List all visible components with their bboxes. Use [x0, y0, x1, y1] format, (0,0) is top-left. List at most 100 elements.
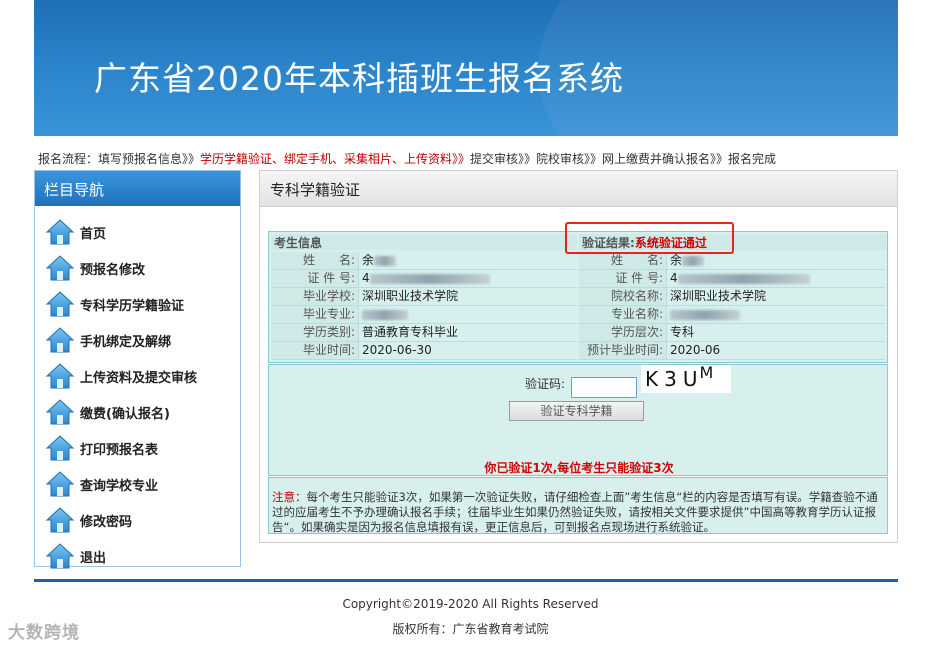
- info-row-key: 证 件 号:: [579, 270, 667, 287]
- captcha-input[interactable]: [571, 377, 637, 398]
- sidebar-item[interactable]: 查询学校专业: [46, 469, 158, 499]
- verify-result-rows: 姓 名: 余证 件 号: 4 院校名称: 深圳职业技术学院 专业名称: 学历层次: 专科 预计毕…: [579, 252, 885, 360]
- info-row-value: 4: [667, 270, 885, 287]
- redacted-value: [677, 273, 810, 284]
- info-row-value-text: 深圳职业技术学院: [670, 289, 767, 303]
- sidebar-item[interactable]: 缴费(确认报名): [46, 397, 170, 427]
- footer-copyright: Copyright©2019-2020 All Rights Reserved: [342, 597, 599, 611]
- process-flow: 报名流程：填写预报名信息》》学历学籍验证、绑定手机、采集相片、上传资料》》提交审…: [38, 150, 898, 167]
- home-icon: [46, 218, 80, 246]
- info-row-value: 深圳职业技术学院: [667, 288, 885, 305]
- sidebar-title: 栏目导航: [35, 171, 240, 206]
- redacted-value: [670, 309, 740, 320]
- sidebar-item[interactable]: 退出: [46, 541, 106, 571]
- flow-prefix: 报名流程：填写预报名信息》》: [38, 152, 201, 166]
- info-row-value-text: 普通教育专科毕业: [362, 325, 459, 339]
- info-row: 姓 名: 余: [579, 252, 885, 270]
- sidebar-item-label: 手机绑定及解绑: [80, 334, 172, 350]
- home-icon: [46, 542, 80, 570]
- sidebar-item[interactable]: 打印预报名表: [46, 433, 158, 463]
- panel-title: 专科学籍验证: [260, 171, 897, 207]
- captcha-image-text: K3U: [645, 367, 704, 391]
- info-row-value-text: 4: [670, 271, 678, 285]
- info-row-value: 余: [359, 252, 577, 269]
- student-info-rows: 姓 名: 余证 件 号: 4 毕业学校: 深圳职业技术学院 毕业专业: 学历类别: 普通教育专…: [271, 252, 577, 360]
- info-row-value-text: 余: [362, 253, 375, 267]
- info-row-key: 证 件 号:: [271, 270, 359, 287]
- info-row: 证 件 号: 4: [271, 270, 577, 288]
- home-icon: [46, 254, 80, 282]
- info-row-value-text: 深圳职业技术学院: [362, 289, 459, 303]
- captcha-image[interactable]: K3UM: [641, 363, 731, 393]
- info-row-value: 深圳职业技术学院: [359, 288, 577, 305]
- info-row: 毕业时间: 2020-06-30: [271, 342, 577, 360]
- site-title: 广东省2020年本科插班生报名系统: [94, 59, 624, 98]
- info-row: 学历类别: 普通教育专科毕业: [271, 324, 577, 342]
- highlight-box: [565, 222, 734, 254]
- watermark: 大数跨境: [8, 623, 80, 643]
- info-row: 预计毕业时间: 2020-06: [579, 342, 885, 360]
- notice-body: 每个考生只能验证3次，如果第一次验证失败，请仔细检查上面”考生信息“栏的内容是否…: [272, 490, 878, 534]
- info-row-value: 普通教育专科毕业: [359, 324, 577, 341]
- student-info-header: 考生信息: [271, 234, 577, 250]
- home-icon: [46, 434, 80, 462]
- home-icon: [46, 290, 80, 318]
- flow-suffix: 提交审核》》院校审核》》网上缴费并确认报名》》报名完成: [470, 152, 777, 166]
- info-row-key: 姓 名:: [271, 252, 359, 269]
- info-row-value-text: 2020-06: [670, 343, 721, 357]
- attempt-notice: 你已验证1次,每位考生只能验证3次: [484, 461, 674, 475]
- info-row-key: 学历层次:: [579, 324, 667, 341]
- info-row-value: 2020-06: [667, 342, 885, 359]
- sidebar-item-label: 退出: [80, 550, 107, 566]
- footer-divider: [34, 579, 898, 582]
- sidebar-item-label: 预报名修改: [80, 262, 146, 278]
- flow-current-step: 学历学籍验证、绑定手机、采集相片、上传资料》》: [200, 152, 471, 166]
- home-icon: [46, 362, 80, 390]
- sidebar-item[interactable]: 预报名修改: [46, 253, 145, 283]
- info-row-value: 专科: [667, 324, 885, 341]
- info-row-key: 专业名称:: [579, 306, 667, 323]
- redacted-value: [374, 255, 397, 266]
- info-row-value: [667, 306, 885, 323]
- info-row-key: 院校名称:: [579, 288, 667, 305]
- redacted-value: [362, 309, 408, 320]
- notice-text: 注意：每个考生只能验证3次，如果第一次验证失败，请仔细检查上面”考生信息“栏的内…: [268, 477, 888, 534]
- info-row-value: 余: [667, 252, 885, 269]
- sidebar-item-label: 打印预报名表: [80, 442, 159, 458]
- info-row: 专业名称:: [579, 306, 885, 324]
- verify-button[interactable]: 验证专科学籍: [509, 401, 644, 421]
- info-row-key: 预计毕业时间:: [579, 342, 667, 359]
- captcha-label: 验证码:: [525, 377, 566, 391]
- sidebar-item-label: 上传资料及提交审核: [80, 370, 198, 386]
- info-row: 学历层次: 专科: [579, 324, 885, 342]
- notice-lead: 注意：: [272, 490, 307, 504]
- info-row: 毕业专业:: [271, 306, 577, 324]
- sidebar-item-label: 查询学校专业: [80, 478, 159, 494]
- sidebar-item[interactable]: 首页: [46, 217, 106, 247]
- sidebar-item-label: 专科学历学籍验证: [80, 298, 185, 314]
- home-icon: [46, 470, 80, 498]
- sidebar-item[interactable]: 手机绑定及解绑: [46, 325, 171, 355]
- info-row-value-text: 4: [362, 271, 370, 285]
- captcha-image-sup: M: [699, 363, 720, 382]
- info-row-key: 毕业时间:: [271, 342, 359, 359]
- info-row: 毕业学校: 深圳职业技术学院: [271, 288, 577, 306]
- sidebar-item-label: 缴费(确认报名): [80, 406, 170, 422]
- redacted-value: [369, 273, 490, 284]
- info-row-key: 姓 名:: [579, 252, 667, 269]
- info-row-value: [359, 306, 577, 323]
- info-row-key: 学历类别:: [271, 324, 359, 341]
- info-row-value-text: 余: [670, 253, 683, 267]
- info-row: 院校名称: 深圳职业技术学院: [579, 288, 885, 306]
- captcha-section: 验证码: K3UM 验证专科学籍 你已验证1次,每位考生只能验证3次: [268, 363, 888, 476]
- redacted-value: [682, 255, 705, 266]
- sidebar-item-label: 修改密码: [80, 514, 133, 530]
- sidebar-item[interactable]: 修改密码: [46, 505, 132, 535]
- info-row: 证 件 号: 4: [579, 270, 885, 288]
- home-icon: [46, 326, 80, 354]
- sidebar-item[interactable]: 上传资料及提交审核: [46, 361, 197, 391]
- sidebar-item[interactable]: 专科学历学籍验证: [46, 289, 184, 319]
- info-row-value: 4: [359, 270, 577, 287]
- info-row-value-text: 2020-06-30: [362, 343, 432, 357]
- sidebar-item-label: 首页: [80, 226, 107, 242]
